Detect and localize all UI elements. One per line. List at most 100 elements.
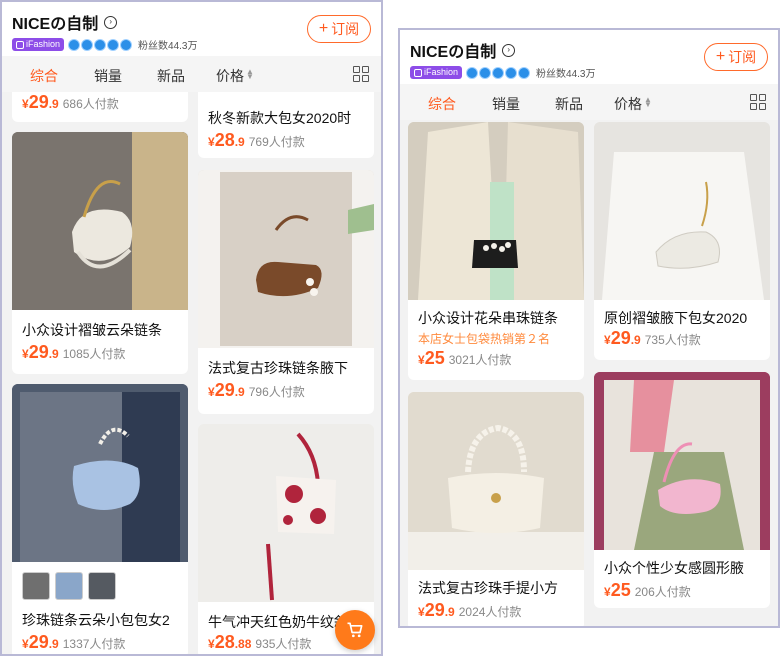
sold-count: 769人付款 [248, 135, 305, 149]
product-title: 法式复古珍珠手提小方 [418, 580, 558, 596]
variant-thumbnails [22, 572, 116, 600]
ifashion-badge: iFashion [410, 66, 463, 79]
product-image [594, 372, 770, 550]
shop-header: NICEの自制 › iFashion 粉丝数44.3万 + 订阅 [400, 30, 778, 84]
bag-illustration [594, 122, 770, 300]
bag-illustration [408, 392, 584, 570]
price: ¥29.9 [22, 632, 59, 652]
price: ¥25 [418, 348, 445, 368]
right-screen: 小众设计花朵串珠链条 本店女士包袋热销第２名 ¥25 3021人付款 原创褶皱腋… [398, 28, 780, 628]
product-card[interactable]: 法式复古珍珠链条腋下 ¥29.9 796人付款 [198, 170, 374, 414]
product-card[interactable]: 小众设计褶皱云朵链条 ¥29.9 1085人付款 [12, 132, 188, 374]
bag-illustration [198, 424, 374, 602]
chevron-right-icon[interactable]: › [104, 15, 118, 29]
sort-icon: ▲ ▼ [644, 95, 652, 109]
product-card[interactable]: 原创褶皱腋下包女2020 ¥29.9 735人付款 [594, 122, 770, 360]
sold-count: 1085人付款 [62, 347, 126, 361]
left-screen: ¥29.9 686人付款 秋冬新款大包女2020时 ¥28.9 769人付款 小… [0, 0, 383, 656]
sold-count: 206人付款 [634, 585, 691, 599]
crown-icon [492, 66, 505, 79]
cart-icon [347, 622, 363, 638]
ifashion-icon [414, 68, 422, 77]
product-card[interactable]: 秋冬新款大包女2020时 ¥28.9 769人付款 [198, 82, 374, 158]
bag-illustration [12, 132, 188, 310]
product-image [408, 392, 584, 570]
product-title: 法式复古珍珠链条腋下 [208, 360, 348, 376]
sort-tabs: 综合 销量 新品 价格 ▲ ▼ [400, 84, 778, 120]
sold-count: 686人付款 [62, 97, 119, 111]
shop-header: NICEの自制 › iFashion 粉丝数44.3万 + 订阅 [2, 2, 381, 56]
shop-name: NICEの自制 [12, 16, 99, 33]
price: ¥28.9 [208, 130, 245, 150]
crown-icon [68, 38, 81, 51]
price: ¥29.9 [208, 380, 245, 400]
price: ¥29.9 [22, 342, 59, 362]
sold-count: 2024人付款 [458, 605, 522, 619]
plus-icon: + [318, 20, 329, 37]
variant-thumb[interactable] [88, 572, 116, 600]
variant-thumb[interactable] [22, 572, 50, 600]
sort-icon: ▲ ▼ [246, 67, 254, 81]
tab-default[interactable]: 综合 [428, 94, 456, 114]
subscribe-button[interactable]: + 订阅 [307, 15, 371, 43]
grid-view-icon[interactable] [353, 66, 369, 82]
crown-icon [120, 38, 133, 51]
price: ¥29.9 [418, 600, 455, 620]
product-image [198, 170, 374, 348]
tab-sales[interactable]: 销量 [94, 66, 122, 86]
product-title: 小众个性少女感圆形腋 [604, 560, 744, 576]
subscribe-button[interactable]: + 订阅 [704, 43, 768, 71]
product-title: 小众设计褶皱云朵链条 [22, 322, 162, 338]
bag-illustration [594, 372, 770, 550]
bag-illustration [12, 384, 188, 562]
tab-price[interactable]: 价格 ▲ ▼ [216, 66, 254, 86]
sold-count: 935人付款 [255, 637, 312, 651]
product-title: 珍珠链条云朵小包包女2 [22, 612, 170, 628]
product-title: 牛气冲天红色奶牛纹斜 [208, 614, 348, 630]
grid-view-icon[interactable] [750, 94, 766, 110]
tab-new[interactable]: 新品 [157, 66, 185, 86]
crown-icon [466, 66, 479, 79]
product-image [408, 122, 584, 300]
crown-icon [81, 38, 94, 51]
shop-name: NICEの自制 [410, 44, 497, 61]
fans-count: 粉丝数44.3万 [138, 41, 198, 52]
tab-default[interactable]: 综合 [30, 66, 58, 86]
cart-button[interactable] [335, 610, 375, 650]
tab-new[interactable]: 新品 [555, 94, 583, 114]
product-card[interactable]: 小众设计花朵串珠链条 本店女士包袋热销第２名 ¥25 3021人付款 [408, 122, 584, 380]
plus-icon: + [715, 48, 726, 65]
tab-sales[interactable]: 销量 [492, 94, 520, 114]
sold-count: 796人付款 [248, 385, 305, 399]
product-title: 原创褶皱腋下包女2020 [604, 310, 748, 326]
crown-icon [107, 38, 120, 51]
variant-thumb[interactable] [55, 572, 83, 600]
product-card[interactable]: 小众个性少女感圆形腋 ¥25 206人付款 [594, 372, 770, 608]
price: ¥29.9 [22, 92, 59, 112]
product-image [12, 132, 188, 310]
crown-rating [466, 66, 531, 79]
product-card[interactable]: 法式复古珍珠手提小方 ¥29.9 2024人付款 [408, 392, 584, 626]
crown-icon [518, 66, 531, 79]
product-image [198, 424, 374, 602]
rank-tag: 本店女士包袋热销第２名 [418, 332, 551, 346]
tab-price[interactable]: 价格 ▲ ▼ [614, 94, 652, 114]
product-card[interactable]: 珍珠链条云朵小包包女2 ¥29.9 1337人付款 [12, 384, 188, 654]
price: ¥25 [604, 580, 631, 600]
sort-tabs: 综合 销量 新品 价格 ▲ ▼ [2, 56, 381, 92]
crown-icon [505, 66, 518, 79]
crown-icon [479, 66, 492, 79]
sold-count: 1337人付款 [62, 637, 126, 651]
crown-rating [68, 38, 133, 51]
product-image [12, 384, 188, 562]
chevron-right-icon[interactable]: › [502, 43, 516, 57]
sold-count: 735人付款 [644, 333, 701, 347]
price: ¥29.9 [604, 328, 641, 348]
bag-illustration [408, 122, 584, 300]
bag-illustration [198, 170, 374, 348]
crown-icon [94, 38, 107, 51]
ifashion-badge: iFashion [12, 38, 65, 51]
fans-count: 粉丝数44.3万 [536, 69, 596, 80]
ifashion-icon [16, 40, 24, 49]
product-title: 小众设计花朵串珠链条 [418, 310, 558, 326]
